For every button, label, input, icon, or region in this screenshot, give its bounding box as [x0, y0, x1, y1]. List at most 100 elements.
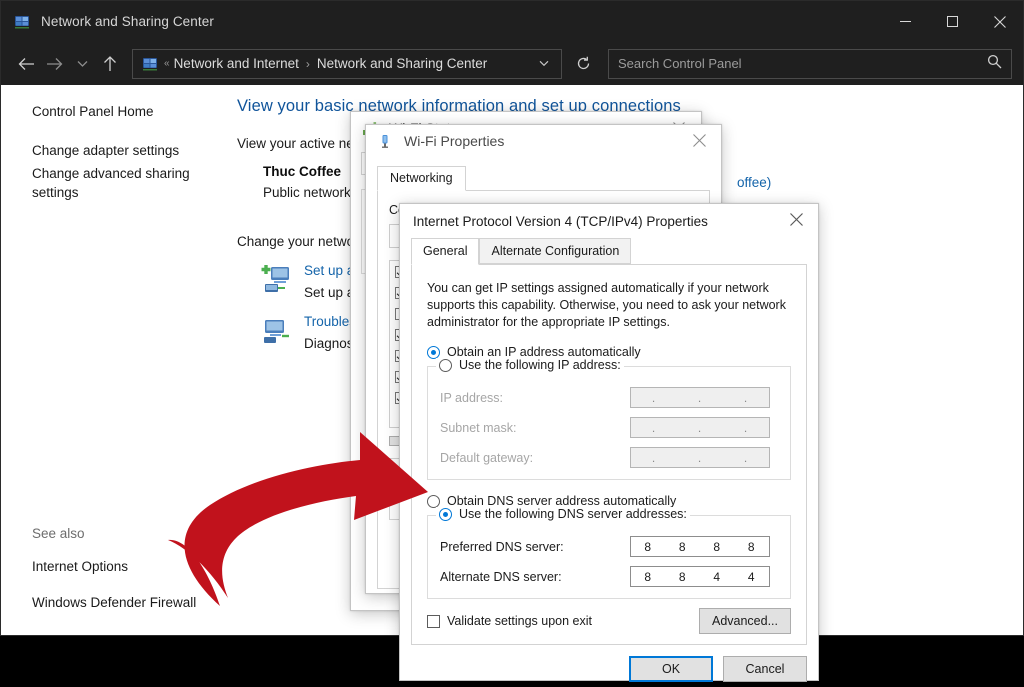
- search-input[interactable]: Search Control Panel: [608, 49, 1012, 79]
- search-icon[interactable]: [987, 54, 1002, 74]
- ip-address-input[interactable]: . . .: [630, 387, 770, 408]
- control-panel-icon: [142, 56, 158, 72]
- breadcrumb-chevron-down-icon[interactable]: [533, 58, 555, 70]
- ipv4-body: General Alternate Configuration You can …: [400, 238, 818, 687]
- field-label: Default gateway:: [440, 451, 630, 465]
- validate-settings-label: Validate settings upon exit: [447, 614, 592, 628]
- radio-indicator[interactable]: [427, 495, 440, 508]
- octet-sep: .: [723, 421, 769, 435]
- wifi-properties-close-icon[interactable]: [677, 125, 721, 156]
- see-also-section: See also Internet Options Windows Defend…: [32, 526, 227, 612]
- dns-octet: 4: [735, 570, 770, 584]
- manual-ip-fieldset: Use the following IP address: IP address…: [427, 366, 791, 480]
- cancel-button[interactable]: Cancel: [723, 656, 807, 682]
- ipv4-tabstrip: General Alternate Configuration: [411, 238, 807, 264]
- sidebar-spacer: [32, 125, 231, 141]
- octet-sep: .: [723, 391, 769, 405]
- dns-octet: 8: [666, 570, 701, 584]
- recent-locations-chevron-down-icon[interactable]: [68, 49, 96, 79]
- radio-obtain-dns-automatically[interactable]: Obtain DNS server address automatically: [427, 494, 791, 508]
- field-ip-address: IP address: . . .: [440, 387, 778, 408]
- dns-octet: 8: [631, 540, 666, 554]
- octet-sep: .: [723, 451, 769, 465]
- ok-button[interactable]: OK: [629, 656, 713, 682]
- subnet-mask-input[interactable]: . . .: [630, 417, 770, 438]
- field-default-gateway: Default gateway: . . .: [440, 447, 778, 468]
- wifi-properties-titlebar: Wi-Fi Properties: [366, 125, 721, 156]
- general-tab-panel: You can get IP settings assigned automat…: [411, 264, 807, 645]
- troubleshoot-icon: [261, 314, 293, 346]
- field-label: Preferred DNS server:: [440, 540, 630, 554]
- wifi-properties-tabstrip: Networking: [377, 166, 710, 191]
- minimize-icon[interactable]: [882, 1, 929, 42]
- ipv4-dialog-title: Internet Protocol Version 4 (TCP/IPv4) P…: [413, 214, 708, 229]
- forward-arrow-icon[interactable]: [40, 49, 68, 79]
- sidebar-item-control-panel-home[interactable]: Control Panel Home: [32, 102, 207, 121]
- breadcrumb[interactable]: « Network and Internet › Network and Sha…: [132, 49, 562, 79]
- sidebar-item-change-advanced-sharing-line2[interactable]: settings: [32, 183, 207, 202]
- validate-settings-checkbox-row[interactable]: Validate settings upon exit: [427, 614, 592, 628]
- see-also-heading: See also: [32, 526, 227, 541]
- close-icon[interactable]: [976, 1, 1023, 42]
- search-placeholder: Search Control Panel: [618, 56, 742, 71]
- dns-octet: 8: [700, 540, 735, 554]
- radio-obtain-ip-automatically[interactable]: Obtain an IP address automatically: [427, 345, 791, 359]
- radio-indicator[interactable]: [427, 346, 440, 359]
- radio-label: Use the following IP address:: [459, 358, 621, 372]
- tab-networking[interactable]: Networking: [377, 166, 466, 191]
- sidebar-item-change-advanced-sharing[interactable]: Change advanced sharing: [32, 164, 207, 183]
- wifi-properties-title: Wi-Fi Properties: [404, 133, 504, 149]
- manual-dns-fieldset: Use the following DNS server addresses: …: [427, 515, 791, 599]
- octet-sep: .: [677, 391, 723, 405]
- sidebar-item-internet-options[interactable]: Internet Options: [32, 557, 207, 576]
- ipv4-close-icon[interactable]: [774, 204, 818, 235]
- octet-sep: .: [677, 451, 723, 465]
- refresh-icon[interactable]: [568, 49, 598, 79]
- field-subnet-mask: Subnet mask: . . .: [440, 417, 778, 438]
- field-alternate-dns: Alternate DNS server: 8 8 4 4: [440, 566, 778, 587]
- address-bar: « Network and Internet › Network and Sha…: [1, 42, 1023, 85]
- octet-sep: .: [631, 451, 677, 465]
- network-ssid-link-fragment[interactable]: offee): [737, 175, 771, 190]
- radio-label: Use the following DNS server addresses:: [459, 507, 687, 521]
- field-label: Subnet mask:: [440, 421, 630, 435]
- window-title: Network and Sharing Center: [41, 14, 214, 29]
- ipv4-footer: OK Cancel: [411, 656, 807, 682]
- dns-octet: 8: [666, 540, 701, 554]
- octet-sep: .: [677, 421, 723, 435]
- window-titlebar: Network and Sharing Center: [1, 1, 1023, 42]
- radio-use-following-dns[interactable]: Use the following DNS server addresses:: [436, 507, 690, 521]
- validate-settings-checkbox[interactable]: [427, 615, 440, 628]
- dns-octet: 8: [735, 540, 770, 554]
- sidebar-item-change-adapter-settings[interactable]: Change adapter settings: [32, 141, 207, 160]
- radio-indicator[interactable]: [439, 359, 452, 372]
- field-preferred-dns: Preferred DNS server: 8 8 8 8: [440, 536, 778, 557]
- task-desc-setup-connection: Set up a: [304, 285, 354, 300]
- octet-sep: .: [631, 421, 677, 435]
- breadcrumb-item-network-and-internet[interactable]: Network and Internet: [174, 56, 299, 71]
- radio-indicator[interactable]: [439, 508, 452, 521]
- default-gateway-input[interactable]: . . .: [630, 447, 770, 468]
- field-label: Alternate DNS server:: [440, 570, 630, 584]
- radio-use-following-ip[interactable]: Use the following IP address:: [436, 358, 624, 372]
- advanced-button[interactable]: Advanced...: [699, 608, 791, 634]
- sidebar-item-windows-defender-firewall[interactable]: Windows Defender Firewall: [32, 593, 207, 612]
- preferred-dns-input[interactable]: 8 8 8 8: [630, 536, 770, 557]
- tab-alternate-configuration[interactable]: Alternate Configuration: [479, 238, 631, 264]
- ipv4-titlebar: Internet Protocol Version 4 (TCP/IPv4) P…: [400, 204, 818, 238]
- up-arrow-icon[interactable]: [96, 49, 124, 79]
- ipv4-intro-text: You can get IP settings assigned automat…: [427, 280, 791, 331]
- screen: Network and Sharing Center: [0, 0, 1024, 687]
- maximize-icon[interactable]: [929, 1, 976, 42]
- tab-general[interactable]: General: [411, 238, 479, 265]
- breadcrumb-item-network-and-sharing-center[interactable]: Network and Sharing Center: [317, 56, 487, 71]
- setup-connection-icon: [261, 263, 293, 295]
- dns-octet: 4: [700, 570, 735, 584]
- task-link-setup-connection[interactable]: Set up a: [304, 263, 354, 278]
- sidebar: Control Panel Home Change adapter settin…: [1, 85, 231, 635]
- radio-label: Obtain an IP address automatically: [447, 345, 641, 359]
- alternate-dns-input[interactable]: 8 8 4 4: [630, 566, 770, 587]
- back-arrow-icon[interactable]: [12, 49, 40, 79]
- octet-sep: .: [631, 391, 677, 405]
- breadcrumb-overflow[interactable]: «: [164, 58, 170, 69]
